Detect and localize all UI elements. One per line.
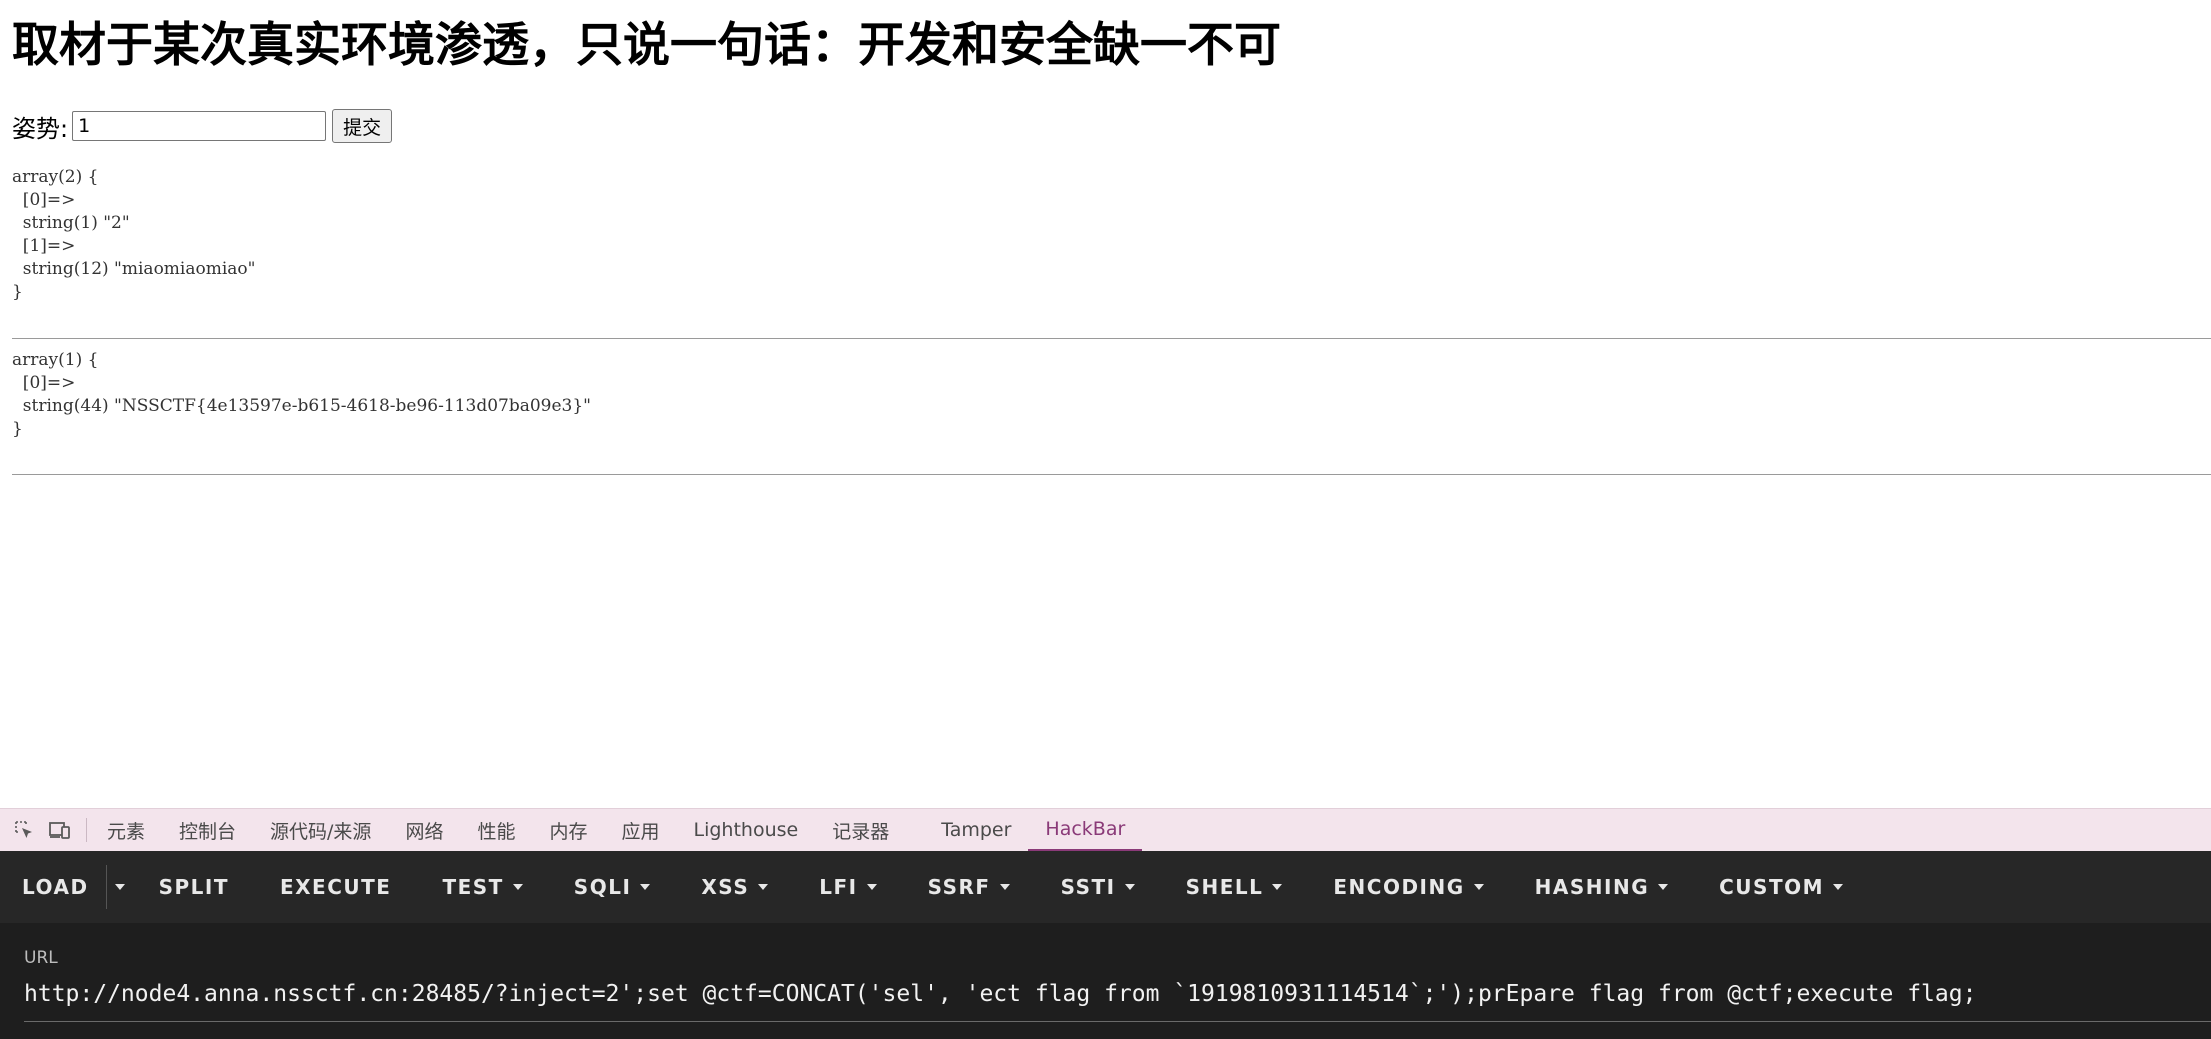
chevron-down-icon (1658, 884, 1669, 890)
page-title: 取材于某次真实环境渗透，只说一句话：开发和安全缺一不可 (12, 18, 1281, 73)
chevron-down-icon (1833, 884, 1843, 890)
tab-lighthouse[interactable]: Lighthouse (677, 809, 816, 851)
encoding-menu-label: ENCODING (1333, 875, 1465, 899)
shell-menu-label: SHELL (1185, 875, 1264, 899)
xss-menu-button[interactable]: XSS (701, 851, 769, 923)
load-button[interactable]: LOAD (22, 851, 89, 923)
horizontal-rule (12, 474, 2211, 475)
horizontal-rule (12, 338, 2211, 339)
tab-performance[interactable]: 性能 (460, 809, 532, 851)
hashing-menu-label: HASHING (1534, 875, 1650, 899)
tab-application[interactable]: 应用 (604, 809, 676, 851)
var-dump-output-2: array(1) { [0]=> string(44) "NSSCTF{4e13… (12, 350, 591, 439)
lfi-menu-label: LFI (819, 875, 858, 899)
lfi-menu-button[interactable]: LFI (819, 851, 877, 923)
chevron-down-icon (1124, 884, 1135, 890)
chevron-down-icon (512, 884, 523, 890)
chevron-down-icon (758, 884, 769, 890)
custom-menu-label: CUSTOM (1719, 875, 1824, 899)
device-toolbar-icon[interactable] (42, 809, 78, 851)
ssti-menu-button[interactable]: SSTI (1061, 851, 1135, 923)
test-menu-button[interactable]: TEST (442, 851, 523, 923)
inspect-element-icon[interactable] (6, 809, 42, 851)
split-button-label: SPLIT (158, 875, 229, 899)
tab-tamper[interactable]: Tamper (924, 809, 1028, 851)
chevron-down-icon (1473, 884, 1484, 890)
form-label: 姿势: (12, 114, 69, 143)
hashing-menu-button[interactable]: HASHING (1534, 851, 1669, 923)
shell-menu-button[interactable]: SHELL (1186, 851, 1283, 923)
inject-input[interactable] (72, 111, 327, 141)
sqli-menu-label: SQLI (573, 875, 632, 899)
url-field[interactable]: http://node4.anna.nssctf.cn:28485/?injec… (24, 979, 1976, 1009)
tab-elements[interactable]: 元素 (101, 809, 162, 851)
tab-memory[interactable]: 内存 (532, 809, 604, 851)
chevron-down-icon (999, 884, 1010, 890)
var-dump-output-1: array(2) { [0]=> string(1) "2" [1]=> str… (12, 167, 256, 302)
sqli-menu-button[interactable]: SQLI (574, 851, 651, 923)
web-page-content: 取材于某次真实环境渗透，只说一句话：开发和安全缺一不可 姿势: 提交 array… (0, 0, 2211, 808)
tab-hackbar[interactable]: HackBar (1028, 809, 1143, 851)
tab-recorder[interactable]: 记录器 (815, 809, 906, 851)
toolbar-divider (86, 818, 87, 842)
xss-menu-label: XSS (701, 875, 750, 899)
ssrf-menu-button[interactable]: SSRF (928, 851, 1010, 923)
devtools-tab-bar: 元素 控制台 源代码/来源 网络 性能 内存 应用 Lighthouse 记录器… (0, 808, 2211, 851)
tab-console[interactable]: 控制台 (162, 809, 253, 851)
chevron-down-icon (866, 884, 877, 890)
inject-form: 姿势: 提交 (12, 109, 393, 143)
split-button[interactable]: SPLIT (159, 851, 229, 923)
execute-button-label: EXECUTE (279, 875, 392, 899)
tab-sources[interactable]: 源代码/来源 (253, 809, 388, 851)
encoding-menu-button[interactable]: ENCODING (1333, 851, 1484, 923)
url-field-underline (24, 1021, 2211, 1022)
ssti-menu-label: SSTI (1060, 875, 1116, 899)
custom-menu-button[interactable]: CUSTOM (1719, 851, 1843, 923)
chevron-down-icon (114, 884, 125, 890)
load-button-label: LOAD (22, 875, 89, 899)
submit-button[interactable]: 提交 (332, 109, 393, 143)
hackbar-url-panel: URL http://node4.anna.nssctf.cn:28485/?i… (0, 923, 2211, 1039)
load-dropdown-toggle[interactable] (105, 865, 135, 909)
execute-button[interactable]: EXECUTE (280, 851, 391, 923)
url-field-label: URL (24, 948, 58, 968)
browser-window: 取材于某次真实环境渗透，只说一句话：开发和安全缺一不可 姿势: 提交 array… (0, 0, 2211, 1039)
chevron-down-icon (1272, 884, 1283, 890)
ssrf-menu-label: SSRF (927, 875, 991, 899)
test-menu-label: TEST (442, 875, 504, 899)
chevron-down-icon (640, 884, 651, 890)
hackbar-toolbar: LOAD SPLIT EXECUTE TEST SQLI XSS LFI SSR… (0, 851, 2211, 923)
tab-network[interactable]: 网络 (388, 809, 460, 851)
